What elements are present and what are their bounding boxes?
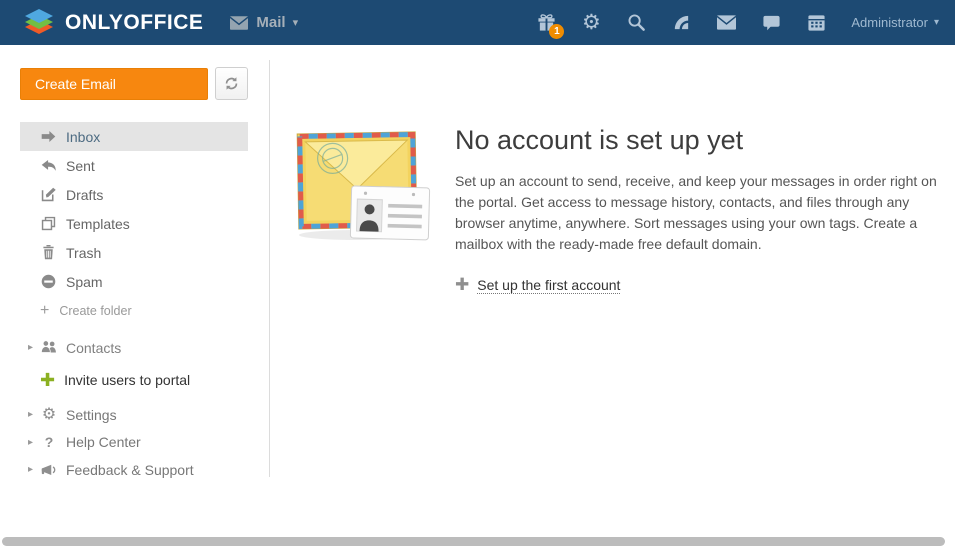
horizontal-scrollbar-thumb[interactable] [2,537,945,546]
user-name: Administrator [851,15,928,30]
sidebar-item-settings[interactable]: ▸ ⚙ Settings [0,401,270,429]
plus-icon: ✚ [40,370,55,391]
gift-icon[interactable]: 1 [534,11,558,35]
user-menu[interactable]: Administrator ▾ [851,15,939,30]
copy-icon [40,215,57,232]
logo-text: ONLYOFFICE [65,11,203,35]
sidebar-item-trash[interactable]: Trash [20,238,248,267]
talk-icon[interactable] [759,11,783,35]
expander-icon[interactable]: ▸ [28,342,40,353]
sidebar-item-sent[interactable]: Sent [20,151,248,180]
page-title: No account is set up yet [455,125,941,156]
expander-icon[interactable]: ▸ [28,437,40,448]
arrow-right-icon [40,128,57,145]
refresh-button[interactable] [215,67,248,100]
settings-label: Settings [66,407,117,423]
envelope-illustration [293,125,435,248]
header-actions: 1 ⚙ [534,11,828,35]
chevron-down-icon: ▾ [293,16,299,29]
folder-label: Inbox [66,129,100,145]
sidebar-item-drafts[interactable]: Drafts [20,180,248,209]
sidebar-item-contacts[interactable]: ▸ Contacts [0,333,270,362]
horizontal-scrollbar-track[interactable] [0,534,955,549]
empty-state-description: Set up an account to send, receive, and … [455,171,941,255]
contacts-label: Contacts [66,340,121,356]
module-label: Mail [256,14,285,31]
sidebar-item-templates[interactable]: Templates [20,209,248,238]
onlyoffice-logo[interactable]: ONLYOFFICE [22,8,203,38]
calendar-icon[interactable] [804,11,828,35]
search-icon[interactable] [624,11,648,35]
sidebar-item-spam[interactable]: Spam [20,267,248,296]
folder-label: Drafts [66,187,103,203]
folder-label: Sent [66,158,95,174]
invite-users-link[interactable]: ✚ Invite users to portal [0,365,270,395]
mail-envelope-icon [230,16,248,30]
sidebar-item-inbox[interactable]: Inbox [20,122,248,151]
top-navigation-bar: ONLYOFFICE Mail ▾ 1 ⚙ [0,0,955,45]
create-folder-label: Create folder [59,304,131,318]
mail-sidebar: Create Email Inbox [0,45,270,549]
sidebar-item-help-center[interactable]: ▸ ? Help Center [0,429,270,457]
edit-icon [40,186,57,203]
folder-list: Inbox Sent Drafts [0,122,270,325]
chevron-down-icon: ▾ [934,17,939,28]
reply-icon [40,157,57,174]
module-switcher-mail[interactable]: Mail ▾ [230,14,298,31]
megaphone-icon [40,461,58,478]
gear-icon: ⚙ [40,406,58,423]
refresh-icon [223,75,240,92]
feedback-label: Feedback & Support [66,462,194,478]
folder-label: Spam [66,274,103,290]
gear-icon[interactable]: ⚙ [579,11,603,35]
mail-icon[interactable] [714,11,738,35]
plus-icon: ✚ [455,275,469,295]
setup-first-account-link[interactable]: Set up the first account [477,277,620,294]
sidebar-footer: ▸ ⚙ Settings ▸ ? Help Center ▸ Feedba [0,401,270,484]
help-center-label: Help Center [66,434,141,450]
folder-label: Trash [66,245,101,261]
invite-label: Invite users to portal [64,372,190,388]
block-icon [40,273,57,290]
page-content: Create Email Inbox [0,45,955,549]
folder-label: Templates [66,216,130,232]
question-icon: ? [40,434,58,451]
feed-icon[interactable] [669,11,693,35]
expander-icon[interactable]: ▸ [28,464,40,475]
create-email-button[interactable]: Create Email [20,68,208,100]
onlyoffice-logo-icon [22,8,56,38]
gift-badge: 1 [549,24,564,39]
create-folder-button[interactable]: + Create folder [0,296,270,325]
trash-icon [40,244,57,261]
plus-icon: + [40,302,49,320]
sidebar-item-feedback-support[interactable]: ▸ Feedback & Support [0,456,270,484]
empty-state-panel: No account is set up yet Set up an accou… [270,45,955,549]
contacts-icon [40,339,58,356]
expander-icon[interactable]: ▸ [28,409,40,420]
sidebar-divider [269,60,270,477]
